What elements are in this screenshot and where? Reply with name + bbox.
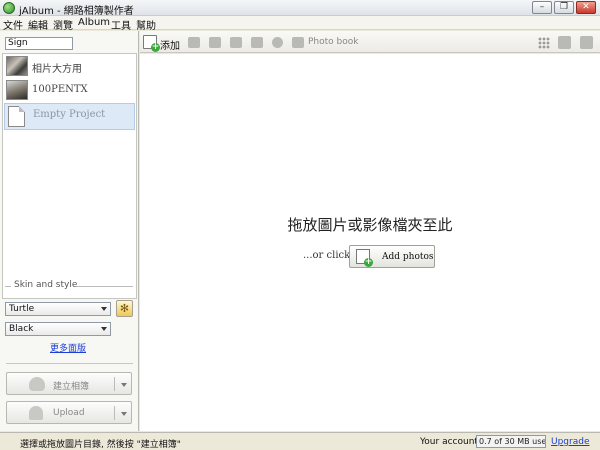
menu-edit[interactable]: 編輯 — [28, 17, 48, 32]
add-photos-button[interactable]: Add photos — [349, 245, 435, 268]
project-label: 相片大方用 — [32, 64, 82, 75]
window-title: jAlbum - 網路相簿製作者 — [19, 6, 134, 17]
more-skins-link[interactable]: 更多面版 — [50, 341, 86, 354]
add-button-label[interactable]: 添加 — [160, 37, 180, 52]
skin-select[interactable]: Turtle — [5, 302, 111, 316]
make-album-label: 建立相簿 — [53, 382, 90, 392]
project-label: 100PENTX — [32, 84, 88, 95]
button-divider — [114, 377, 115, 391]
upload-label: Upload — [53, 408, 85, 418]
photo-book-label[interactable]: Photo book — [308, 37, 358, 47]
edit-icon[interactable] — [558, 36, 571, 49]
upload-button[interactable]: Upload — [6, 401, 132, 424]
project-thumbnail — [6, 80, 28, 100]
new-folder-icon[interactable] — [188, 37, 200, 48]
main-toolbar: 添加 Photo book — [140, 31, 600, 53]
status-bar: 選擇或拖放圖片目錄, 然後按 "建立相簿" Your account: 0.7 … — [0, 432, 600, 450]
rotate-right-icon[interactable] — [251, 37, 263, 48]
skin-settings-button[interactable]: ✻ — [116, 300, 133, 317]
or-click-label: ...or click — [303, 250, 351, 261]
remove-icon[interactable] — [272, 37, 283, 48]
rotate-left-icon[interactable] — [230, 37, 242, 48]
skin-section-label: Skin and style — [14, 280, 78, 290]
menu-tools[interactable]: 工具 — [111, 17, 131, 32]
skin-select-value: Turtle — [9, 304, 35, 314]
menu-file[interactable]: 文件 — [3, 17, 23, 32]
project-search-input[interactable]: Sign — [5, 37, 73, 50]
title-bar: jAlbum - 網路相簿製作者 – ❐ ✕ — [0, 0, 600, 17]
add-photos-icon — [356, 249, 373, 267]
chevron-down-icon — [101, 307, 107, 311]
storage-usage: 0.7 of 30 MB used — [476, 435, 546, 448]
chevron-down-icon[interactable] — [121, 412, 127, 416]
project-sidebar: Sign 相片大方用 100PENTX Empty Project Skin a… — [0, 31, 139, 431]
chevron-down-icon[interactable] — [121, 383, 127, 387]
menu-help[interactable]: 幫助 — [136, 17, 156, 32]
project-item-1[interactable]: 相片大方用 — [4, 55, 135, 79]
close-button[interactable]: ✕ — [576, 1, 596, 14]
skin-section-title: Skin and style — [5, 280, 134, 292]
menu-view[interactable]: 瀏覽 — [53, 17, 73, 32]
style-select-value: Black — [9, 324, 34, 334]
maximize-button[interactable]: ❐ — [554, 1, 574, 14]
project-item-2[interactable]: 100PENTX — [4, 79, 135, 103]
button-divider — [114, 406, 115, 420]
style-select[interactable]: Black — [5, 322, 111, 336]
document-icon — [8, 106, 25, 127]
make-album-button[interactable]: 建立相簿 — [6, 372, 132, 395]
menu-album[interactable]: Album — [78, 17, 110, 28]
drop-instruction: 拖放圖片或影像檔夾至此 — [287, 216, 453, 234]
project-thumbnail — [6, 56, 28, 76]
account-label: Your account: — [420, 437, 481, 447]
grid-view-icon[interactable] — [538, 37, 550, 49]
minimize-button[interactable]: – — [532, 1, 552, 14]
menu-bar: 文件 編輯 瀏覽 Album 工具 幫助 — [0, 16, 600, 32]
add-photos-icon[interactable] — [143, 35, 160, 52]
gear-icon: ✻ — [119, 302, 130, 315]
status-message: 選擇或拖放圖片目錄, 然後按 "建立相簿" — [20, 440, 181, 450]
drop-area[interactable]: 拖放圖片或影像檔夾至此 ...or click Add photos — [140, 54, 600, 431]
project-label: Empty Project — [33, 109, 106, 120]
upgrade-link[interactable]: Upgrade — [551, 437, 589, 447]
chevron-down-icon — [101, 327, 107, 331]
make-album-icon — [29, 377, 45, 391]
photo-book-icon[interactable] — [292, 37, 304, 48]
add-photos-label: Add photos — [382, 252, 434, 262]
upload-icon — [29, 406, 43, 420]
slideshow-icon[interactable] — [580, 36, 593, 49]
divider — [6, 363, 133, 364]
copy-icon[interactable] — [209, 37, 221, 48]
project-item-empty[interactable]: Empty Project — [4, 103, 135, 130]
jalbum-app-icon — [3, 2, 15, 14]
project-list: 相片大方用 100PENTX Empty Project — [2, 53, 137, 299]
